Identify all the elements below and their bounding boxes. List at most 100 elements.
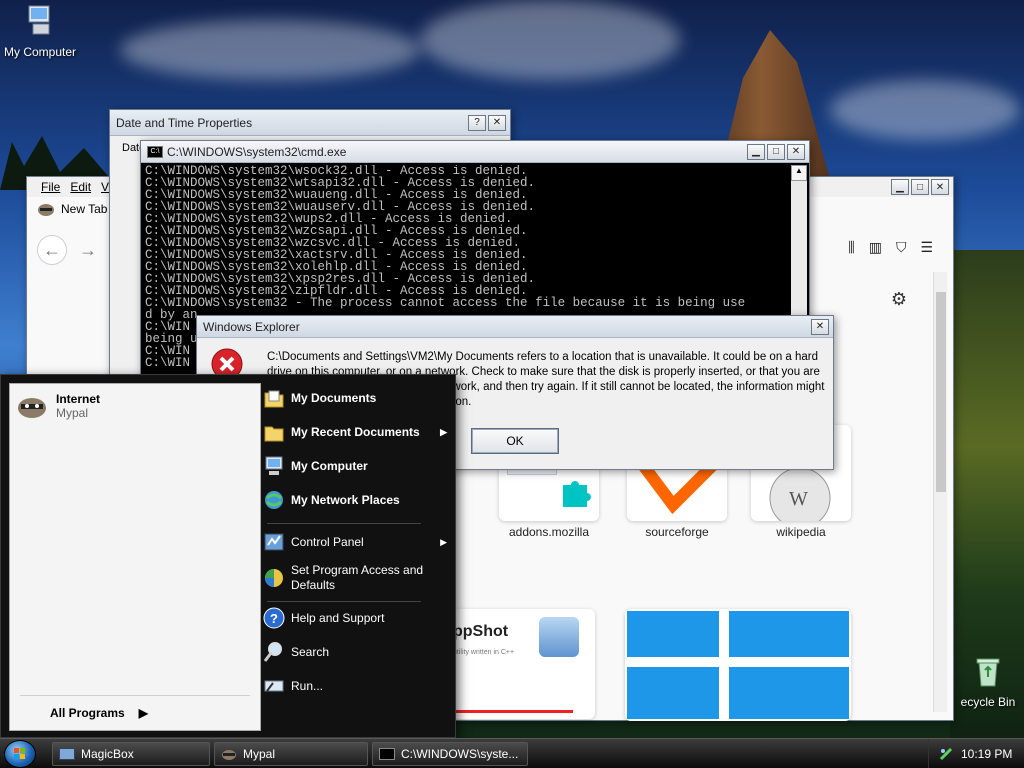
start-menu-left-pane: Internet Mypal All Programs ▶ xyxy=(9,383,261,731)
mypal-raccoon-icon xyxy=(38,204,54,216)
documents-folder-icon xyxy=(264,390,284,408)
start-item-label: Search xyxy=(291,645,330,659)
chevron-right-icon: ▶ xyxy=(138,706,148,720)
search-icon xyxy=(263,642,282,662)
divider xyxy=(267,601,421,602)
desktop-icon-my-computer[interactable]: My Computer xyxy=(0,4,80,59)
system-tray: 10:19 PM xyxy=(928,739,1024,768)
taskbar: MagicBox Mypal C:\WINDOWS\syste... 10:19… xyxy=(0,738,1024,768)
tab-new-tab[interactable]: New Tab xyxy=(37,201,107,217)
start-item-label: Run... xyxy=(291,679,324,693)
back-button[interactable]: ← xyxy=(37,235,67,265)
run-icon xyxy=(264,680,284,692)
window-title: C:\WINDOWS\system32\cmd.exe xyxy=(167,144,347,159)
wallpaper-cloud xyxy=(120,20,420,80)
close-button[interactable]: ✕ xyxy=(787,143,805,160)
help-button[interactable]: ? xyxy=(468,114,486,131)
window-title: Date and Time Properties xyxy=(116,115,253,130)
browser-window-controls: ▁ □ ✕ xyxy=(889,179,949,195)
start-item-label: My Network Places xyxy=(291,493,400,507)
start-item-run[interactable]: Run... xyxy=(263,675,453,697)
start-item-label: Set Program Access and Defaults xyxy=(291,563,424,592)
task-cmd[interactable]: C:\WINDOWS\syste... xyxy=(372,742,528,766)
browser-toolbar-right: ⫼ ▥ ⛉ ☰ xyxy=(848,239,933,256)
recycle-bin-icon xyxy=(976,658,1000,687)
start-item-label: Control Panel xyxy=(291,535,364,549)
card-progress-line xyxy=(453,710,573,713)
clock[interactable]: 10:19 PM xyxy=(961,747,1012,761)
start-item-label: My Documents xyxy=(291,391,377,405)
maximize-button[interactable]: □ xyxy=(911,179,929,195)
close-button[interactable]: ✕ xyxy=(811,318,829,335)
browser-scrollbar[interactable] xyxy=(933,272,947,712)
pinned-title: Internet xyxy=(56,392,101,406)
start-item-label: My Recent Documents xyxy=(291,425,420,439)
chevron-right-icon: ▶ xyxy=(440,536,447,547)
desktop-icon-recycle-bin[interactable]: ecycle Bin xyxy=(948,656,1024,709)
mypal-raccoon-icon xyxy=(18,398,46,418)
start-item-my-network-places[interactable]: My Network Places xyxy=(263,489,453,511)
task-magicbox[interactable]: MagicBox xyxy=(52,742,210,766)
menu-file[interactable]: File xyxy=(41,180,60,194)
menu-edit[interactable]: Edit xyxy=(70,180,91,194)
all-programs-button[interactable]: All Programs ▶ xyxy=(50,706,148,720)
menu-hamburger-icon[interactable]: ☰ xyxy=(920,239,933,256)
top-site-label: addons.mozilla xyxy=(508,525,590,539)
start-item-set-program-access[interactable]: Set Program Access and Defaults xyxy=(263,563,453,593)
card-subtitle: utility written in C++ xyxy=(453,649,515,656)
sidebar-icon[interactable]: ▥ xyxy=(869,239,882,256)
highlight-card-appshot[interactable]: ppShot utility written in C++ xyxy=(453,609,595,719)
newtab-settings-gear-icon[interactable]: ⚙ xyxy=(891,289,907,310)
puzzle-icon xyxy=(563,481,591,507)
control-panel-icon xyxy=(264,533,284,551)
cmd-icon: C:\ xyxy=(147,145,163,158)
close-button[interactable]: ✕ xyxy=(488,114,506,131)
maximize-button[interactable]: □ xyxy=(767,143,785,160)
scroll-up-button[interactable]: ▲ xyxy=(791,165,807,181)
minimize-button[interactable]: ▁ xyxy=(891,179,909,195)
wallpaper-cloud xyxy=(830,80,1020,140)
desktop-icon-label: ecycle Bin xyxy=(960,695,1016,709)
start-item-my-recent-documents[interactable]: My Recent Documents ▶ xyxy=(263,421,453,443)
window-icon xyxy=(59,748,75,760)
start-item-my-computer[interactable]: My Computer xyxy=(263,455,453,477)
start-item-search[interactable]: Search xyxy=(263,641,453,663)
computer-icon xyxy=(28,5,50,35)
menu-view[interactable]: V xyxy=(101,180,109,194)
network-globe-icon xyxy=(265,491,283,509)
scrollbar-thumb[interactable] xyxy=(936,292,946,492)
start-item-control-panel[interactable]: Control Panel ▶ xyxy=(263,531,453,553)
window-titlebar: Date and Time Properties ? ✕ xyxy=(110,110,510,136)
top-site-label: wikipedia xyxy=(776,525,826,539)
help-icon: ? xyxy=(263,607,285,629)
windows-logo-icon xyxy=(627,611,849,719)
windows-flag-icon xyxy=(14,748,25,759)
task-mypal[interactable]: Mypal xyxy=(214,742,368,766)
library-icon[interactable]: ⫼ xyxy=(848,239,854,256)
start-button[interactable] xyxy=(4,740,36,768)
start-menu[interactable]: Internet Mypal All Programs ▶ My Documen… xyxy=(0,374,456,738)
pinned-internet[interactable]: Internet Mypal xyxy=(16,392,100,420)
all-programs-label: All Programs xyxy=(50,706,125,720)
browser-nav: ← → xyxy=(37,235,103,265)
ok-button[interactable]: OK xyxy=(471,428,559,454)
wallpaper-cloud xyxy=(420,0,680,80)
card-title: ppShot xyxy=(453,623,509,640)
start-item-label: Help and Support xyxy=(291,611,385,625)
forward-button[interactable]: → xyxy=(73,235,103,265)
dialog-titlebar: Windows Explorer ✕ xyxy=(197,316,833,338)
close-button[interactable]: ✕ xyxy=(931,179,949,195)
ublock-icon[interactable]: ⛉ xyxy=(896,239,907,256)
top-site-label: sourceforge xyxy=(645,525,709,539)
task-label: C:\WINDOWS\syste... xyxy=(401,747,519,761)
divider xyxy=(267,523,421,524)
chevron-right-icon: ▶ xyxy=(440,426,447,437)
svg-text:?: ? xyxy=(270,611,278,626)
appshot-avatar xyxy=(539,617,579,657)
start-item-help-and-support[interactable]: ? Help and Support xyxy=(263,607,453,629)
tab-label: New Tab xyxy=(61,202,108,216)
minimize-button[interactable]: ▁ xyxy=(747,143,765,160)
highlight-card-windows[interactable] xyxy=(625,609,851,721)
network-tray-icon[interactable] xyxy=(939,747,953,761)
start-item-my-documents[interactable]: My Documents xyxy=(263,387,453,409)
